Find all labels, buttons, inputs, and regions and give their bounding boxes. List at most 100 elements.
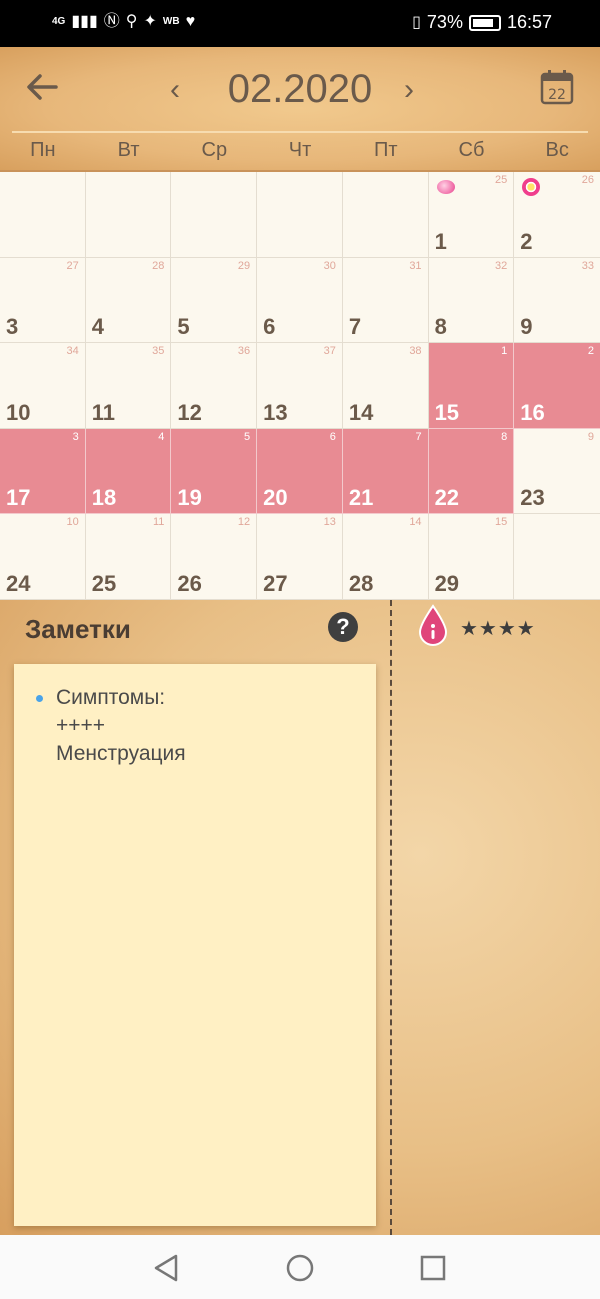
wb-label: WB bbox=[162, 16, 180, 27]
calendar-day-cell[interactable]: 8 22 bbox=[428, 428, 515, 515]
day-number: 6 bbox=[263, 314, 276, 340]
next-month-chevron-icon[interactable]: › bbox=[404, 73, 414, 107]
weekday-label: Пн bbox=[30, 139, 56, 161]
calendar-day-cell[interactable]: 1 15 bbox=[428, 343, 515, 429]
pill-marker-icon bbox=[436, 180, 455, 194]
cycle-day-number: 32 bbox=[495, 259, 508, 272]
today-calendar-icon[interactable]: 22 bbox=[540, 69, 574, 105]
calendar-day-cell[interactable]: 25 1 bbox=[428, 172, 515, 258]
period-drop-icon[interactable] bbox=[418, 604, 448, 646]
cycle-day-number: 7 bbox=[415, 430, 422, 443]
back-arrow-icon[interactable] bbox=[24, 69, 60, 105]
weekday-label: Сб bbox=[458, 139, 485, 161]
day-number: 10 bbox=[6, 399, 31, 425]
weekday-label: Чт bbox=[288, 139, 312, 161]
vibrate-icon: ▯ bbox=[412, 13, 421, 31]
calendar-day-cell[interactable]: 7 21 bbox=[342, 428, 429, 515]
calendar-day-cell[interactable] bbox=[257, 172, 343, 258]
calendar-day-cell[interactable]: 29 5 bbox=[171, 257, 258, 344]
calendar-day-cell[interactable]: 317 bbox=[0, 428, 86, 515]
calendar-day-cell[interactable]: 4 18 bbox=[85, 428, 172, 515]
calendar-day-cell[interactable]: 38 14 bbox=[342, 343, 429, 429]
cycle-day-number: 33 bbox=[581, 259, 594, 272]
calendar-day-cell[interactable]: 15 29 bbox=[428, 514, 515, 600]
calendar-day-cell[interactable]: 34 10 bbox=[0, 343, 86, 429]
day-number: 24 bbox=[6, 570, 31, 596]
cycle-day-number: 29 bbox=[237, 259, 251, 272]
day-number: 21 bbox=[348, 485, 374, 511]
calendar-day-cell[interactable]: 12 26 bbox=[171, 514, 258, 600]
calendar-day-cell[interactable] bbox=[514, 514, 600, 600]
day-number: 3 bbox=[6, 314, 19, 340]
day-number: 14 bbox=[348, 399, 374, 425]
notes-title: Заметки bbox=[25, 614, 131, 644]
weekday-label: Ср bbox=[201, 139, 228, 161]
nav-home-icon[interactable] bbox=[285, 1253, 315, 1283]
day-number: 4 bbox=[91, 314, 104, 340]
cycle-day-number: 37 bbox=[323, 345, 336, 358]
calendar-day-cell[interactable]: 33 9 bbox=[514, 257, 600, 344]
cycle-day-number: 11 bbox=[153, 516, 165, 529]
note-list: Симптомы: ++++ Менструация bbox=[36, 684, 186, 768]
cycle-day-number: 4 bbox=[158, 430, 165, 443]
nfc-icon: Ⓝ bbox=[103, 13, 120, 30]
calendar-day-cell[interactable]: 5 19 bbox=[171, 428, 258, 515]
calendar-day-cell[interactable]: 30 6 bbox=[257, 257, 343, 344]
calendar-day-cell[interactable]: 14 28 bbox=[342, 514, 429, 600]
battery-percent: 73% bbox=[426, 12, 463, 32]
day-number: 15 bbox=[434, 399, 460, 425]
calendar-day-cell[interactable]: 37 13 bbox=[257, 343, 343, 429]
clock: 16:57 bbox=[506, 12, 552, 32]
cycle-day-number: 3 bbox=[72, 430, 79, 443]
cycle-day-number: 34 bbox=[66, 345, 79, 358]
day-number: 9 bbox=[520, 314, 533, 340]
calendar-day-cell[interactable]: 27 3 bbox=[0, 257, 86, 344]
nav-recents-icon[interactable] bbox=[418, 1253, 448, 1283]
cycle-day-number: 9 bbox=[587, 430, 594, 443]
calendar-day-cell[interactable]: 36 12 bbox=[171, 343, 258, 429]
day-number: 1 bbox=[434, 228, 447, 254]
day-number: 11 bbox=[91, 399, 115, 425]
prev-month-chevron-icon[interactable]: ‹ bbox=[170, 73, 180, 107]
calendar-day-cell[interactable]: 26 2 bbox=[514, 172, 600, 258]
cycle-day-number: 10 bbox=[66, 516, 79, 529]
calendar-day-cell[interactable]: 28 4 bbox=[85, 257, 172, 344]
calendar-day-cell[interactable]: 13 27 bbox=[257, 514, 343, 600]
note-line: Симптомы: bbox=[56, 686, 166, 709]
sparkle-icon: ✦ bbox=[143, 13, 157, 30]
calendar-day-cell[interactable] bbox=[0, 172, 86, 258]
calendar-day-cell[interactable] bbox=[85, 172, 172, 258]
calendar-day-cell[interactable]: 317 bbox=[342, 257, 429, 344]
month-title: 02.2020 bbox=[227, 67, 373, 111]
day-number: 19 bbox=[177, 485, 202, 511]
calendar-day-cell[interactable]: 6 20 bbox=[257, 428, 343, 515]
flower-marker-icon bbox=[522, 178, 541, 196]
cycle-day-number: 12 bbox=[237, 516, 251, 529]
calendar-day-cell[interactable]: 10 24 bbox=[0, 514, 86, 600]
signal-icon: ▮▮▮ bbox=[71, 13, 98, 30]
note-paper[interactable]: Симптомы: ++++ Менструация bbox=[14, 664, 376, 1226]
search-icon: ⚲ bbox=[125, 13, 138, 30]
nav-back-icon[interactable] bbox=[152, 1253, 182, 1283]
note-line: ++++ bbox=[56, 714, 106, 737]
weekday-label: Вс bbox=[545, 139, 569, 161]
help-icon[interactable]: ? bbox=[328, 612, 358, 642]
note-line: Менструация bbox=[56, 742, 186, 765]
cycle-day-number: 2 bbox=[587, 345, 594, 358]
calendar-day-cell[interactable]: 35 11 bbox=[85, 343, 172, 429]
calendar-day-cell[interactable]: 2 16 bbox=[514, 343, 600, 429]
calendar-grid: 25 1 26 2 27 3 28 4 29 5 30 6 31 7 32 8 33 9 34 10 35 11 36 12 3… bbox=[0, 172, 600, 600]
cycle-day-number: 1 bbox=[501, 345, 508, 358]
calendar-day-cell[interactable] bbox=[342, 172, 429, 258]
day-number: 7 bbox=[348, 314, 362, 340]
system-nav-bar bbox=[0, 1235, 600, 1299]
calendar-day-cell[interactable]: 11 25 bbox=[85, 514, 172, 600]
calendar-day-cell[interactable]: 32 8 bbox=[428, 257, 515, 344]
day-number: 2 bbox=[520, 228, 533, 254]
calendar-day-cell[interactable]: 9 23 bbox=[514, 428, 600, 515]
status-bar: 4G ▮▮▮ Ⓝ ⚲ ✦ WB ♥ ▯ 73% 16:57 bbox=[0, 0, 600, 47]
calendar-day-cell[interactable] bbox=[171, 172, 258, 258]
note-item: Симптомы: ++++ Менструация bbox=[36, 684, 186, 768]
cycle-day-number: 30 bbox=[323, 259, 336, 272]
notes-panel: Заметки ? ★★★★ Симптомы: ++++ Менструация bbox=[0, 600, 600, 1235]
